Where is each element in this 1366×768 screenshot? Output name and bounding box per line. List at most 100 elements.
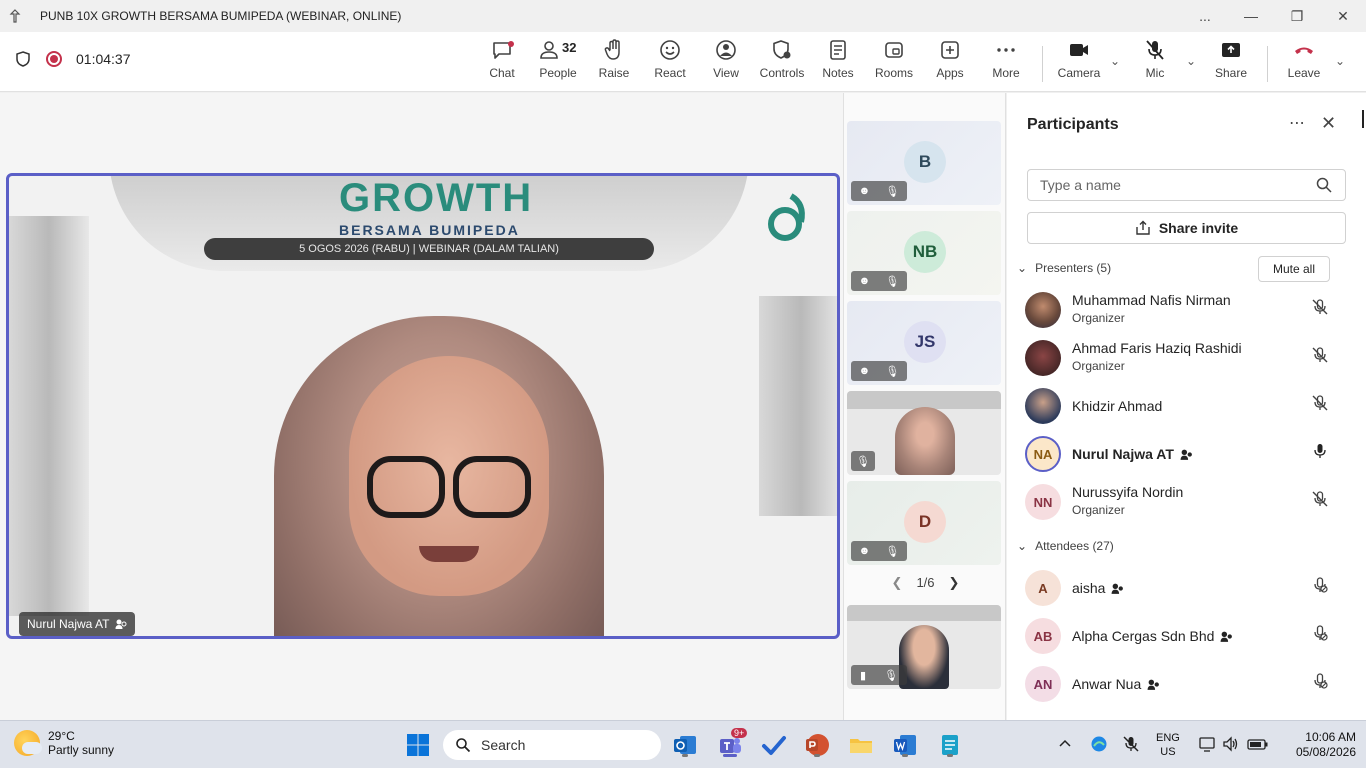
speaker-name: Nurul Najwa AT <box>27 617 110 631</box>
chat-unread-dot <box>508 41 514 47</box>
avatar: B <box>904 141 946 183</box>
add-app-icon <box>941 41 959 59</box>
volume-tray-icon[interactable] <box>1222 735 1240 756</box>
main-speaker-video[interactable]: GROWTH BERSAMA BUMIPEDA 5 OGOS 2026 (RAB… <box>6 173 840 639</box>
presenter-icon <box>1147 679 1160 690</box>
chat-button[interactable]: Chat <box>474 38 530 86</box>
battery-tray-icon[interactable] <box>1247 735 1269 756</box>
controls-button[interactable]: Controls <box>754 38 810 86</box>
mic-off-icon <box>1146 40 1164 60</box>
participant-row[interactable]: NN Nurussyifa Nordin Organizer <box>1025 482 1355 526</box>
chevron-down-icon: ⌄ <box>1017 261 1028 275</box>
view-button[interactable]: View <box>698 38 754 86</box>
tile-status-chips: 🎙 <box>851 451 875 471</box>
panel-close-button[interactable]: ✕ <box>1321 113 1336 134</box>
windows-taskbar: 29°C Partly sunny Search 9+ ENG US 10:06… <box>0 720 1366 768</box>
next-page-chevron[interactable]: ❯ <box>949 575 960 590</box>
gallery-tile[interactable]: D ☻ 🎙 <box>847 481 1001 565</box>
network-tray-icon[interactable] <box>1198 735 1216 756</box>
window-close-button[interactable]: ✕ <box>1320 0 1366 32</box>
show-hidden-icons-chevron[interactable] <box>1058 736 1072 753</box>
mute-all-button[interactable]: Mute all <box>1258 256 1330 282</box>
notes-button[interactable]: Notes <box>810 38 866 86</box>
taskbar-search-box[interactable]: Search <box>443 730 661 760</box>
participant-row[interactable]: Muhammad Nafis Nirman Organizer <box>1025 290 1355 334</box>
word-taskbar-icon[interactable] <box>890 730 920 760</box>
todo-taskbar-icon[interactable] <box>759 730 789 760</box>
window-restore-button[interactable]: ❐ <box>1274 0 1320 32</box>
weather-temperature: 29°C <box>48 729 75 743</box>
participant-row[interactable]: A aisha <box>1025 568 1355 612</box>
window-minimize-button[interactable]: — <box>1228 0 1274 32</box>
raise-hand-button[interactable]: Raise <box>586 38 642 86</box>
speaker-name-chip: Nurul Najwa AT <box>19 612 136 636</box>
participant-name: Anwar Nua <box>1072 676 1160 692</box>
share-button[interactable]: Share <box>1203 38 1259 86</box>
leave-button[interactable]: Leave <box>1276 38 1332 86</box>
gallery-tile[interactable]: B ☻ 🎙 <box>847 121 1001 205</box>
apps-button[interactable]: Apps <box>922 38 978 86</box>
speaker-person <box>234 316 654 636</box>
notepad-taskbar-icon[interactable] <box>935 730 965 760</box>
outlook-taskbar-icon[interactable] <box>670 730 700 760</box>
partly-sunny-icon <box>14 730 42 756</box>
leave-options-chevron[interactable]: ⌄ <box>1331 54 1349 68</box>
more-button[interactable]: More <box>978 38 1034 86</box>
shield-icon[interactable] <box>14 50 32 68</box>
participants-panel: Participants ⋯ ✕ Type a name Share invit… <box>1007 93 1366 720</box>
presenter-icon <box>1180 449 1192 460</box>
camera-button[interactable]: Camera <box>1051 38 1107 86</box>
share-icon <box>1222 43 1240 57</box>
system-clock[interactable]: 10:06 AM 05/08/2026 <box>1290 730 1356 760</box>
self-video-tile[interactable]: ▮ 🎙 <box>847 605 1001 689</box>
page-indicator: 1/6 <box>916 575 935 590</box>
input-language-indicator[interactable]: ENG US <box>1156 731 1180 759</box>
prev-page-chevron[interactable]: ❮ <box>892 575 903 590</box>
share-invite-button[interactable]: Share invite <box>1027 212 1346 244</box>
participant-row[interactable]: AB Alpha Cergas Sdn Bhd <box>1025 616 1355 660</box>
checkmark-icon <box>762 736 786 755</box>
panel-more-button[interactable]: ⋯ <box>1289 113 1305 133</box>
toolbar-divider <box>1267 46 1268 82</box>
camera-options-chevron[interactable]: ⌄ <box>1106 54 1124 68</box>
more-icon <box>997 48 1015 52</box>
windows-logo-icon <box>407 734 429 756</box>
rooms-button[interactable]: Rooms <box>866 38 922 86</box>
attendees-section-header[interactable]: ⌄ Attendees (27) <box>1017 539 1114 553</box>
network-icon <box>1199 737 1215 752</box>
participant-row[interactable]: AN Anwar Nua <box>1025 664 1355 708</box>
presenters-section-header[interactable]: ⌄ Presenters (5) <box>1017 261 1111 275</box>
mic-button[interactable]: Mic <box>1127 38 1183 86</box>
mic-options-chevron[interactable]: ⌄ <box>1182 54 1200 68</box>
weather-widget[interactable]: 29°C Partly sunny <box>14 729 114 757</box>
edge-tray-icon[interactable] <box>1090 735 1108 756</box>
participant-name: Nurul Najwa AT <box>1072 446 1193 462</box>
tile-status-chips: ☻ 🎙 <box>851 361 907 381</box>
windows-start-button[interactable] <box>403 730 433 760</box>
meeting-timer: 01:04:37 <box>76 51 131 67</box>
participant-name: aisha <box>1072 580 1124 596</box>
recording-icon <box>46 51 62 67</box>
teams-taskbar-icon[interactable]: 9+ <box>715 728 748 760</box>
people-button[interactable]: 32 People <box>530 38 586 86</box>
participant-row[interactable]: Khidzir Ahmad <box>1025 386 1355 430</box>
avatar: A <box>1025 570 1061 606</box>
participant-row[interactable]: NA Nurul Najwa AT <box>1025 434 1355 478</box>
mic-off-icon <box>1312 491 1328 507</box>
file-explorer-taskbar-icon[interactable] <box>846 730 876 760</box>
mic-disabled-icon <box>1314 673 1328 689</box>
meeting-toolbar: 01:04:37 Chat 32 People Raise React View… <box>0 32 1366 122</box>
participant-row[interactable]: Ahmad Faris Haziq Rashidi Organizer <box>1025 338 1355 382</box>
tile-status-chips: ☻ 🎙 <box>851 541 907 561</box>
gallery-tile[interactable]: JS ☻ 🎙 <box>847 301 1001 385</box>
window-more-button[interactable]: ... <box>1182 0 1228 32</box>
chevron-down-icon: ⌄ <box>1017 539 1028 553</box>
mouse-cursor <box>1362 110 1364 128</box>
mic-tray-icon[interactable] <box>1122 735 1140 756</box>
mic-on-icon <box>1314 444 1326 458</box>
gallery-video-tile[interactable]: 🎙 <box>847 391 1001 475</box>
participant-search-input[interactable]: Type a name <box>1027 169 1346 201</box>
gallery-tile[interactable]: NB ☻ 🎙 <box>847 211 1001 295</box>
react-button[interactable]: React <box>642 38 698 86</box>
powerpoint-taskbar-icon[interactable] <box>802 730 832 760</box>
